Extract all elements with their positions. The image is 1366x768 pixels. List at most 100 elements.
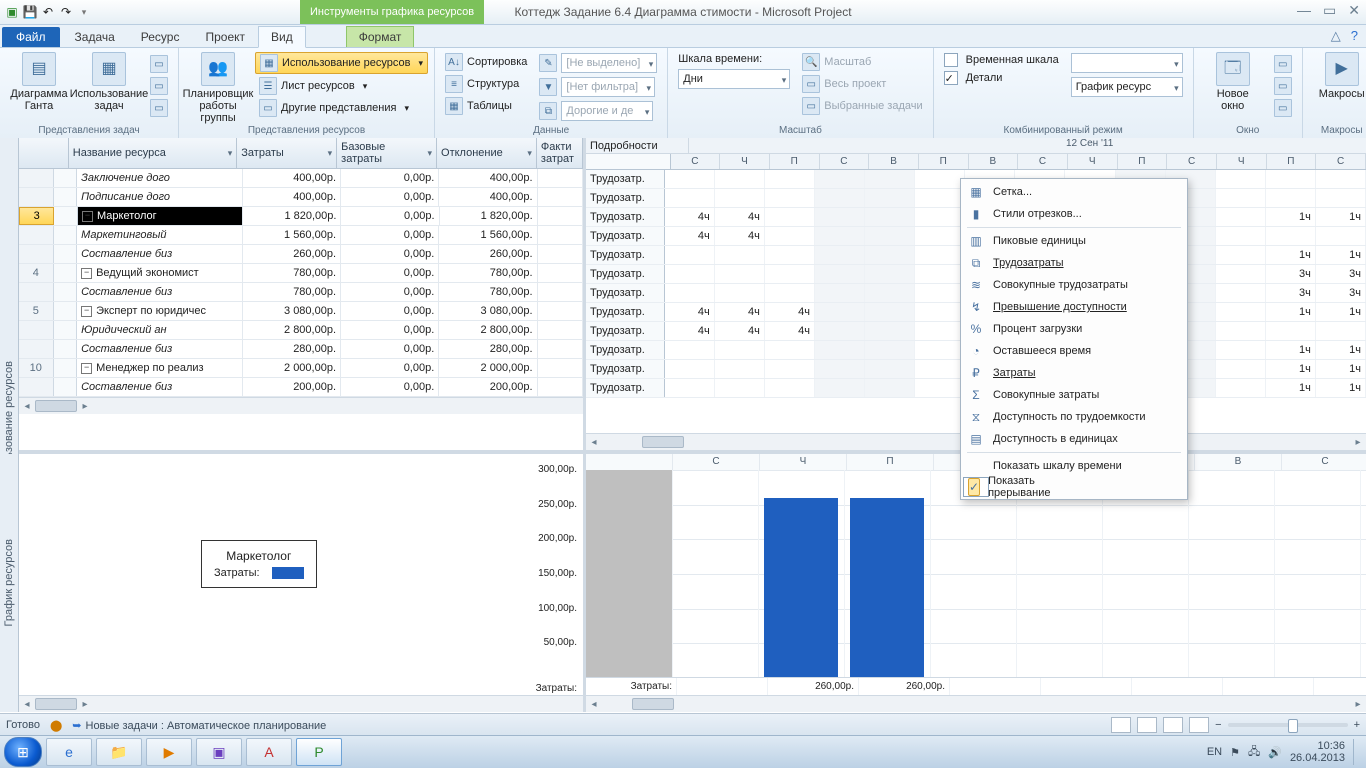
col-base[interactable]: Базовые затраты▾ bbox=[337, 138, 437, 168]
team-planner-button[interactable]: 👥Планировщик работы группы bbox=[185, 50, 251, 124]
view-shortcut-4[interactable] bbox=[1189, 717, 1209, 733]
other-views-button[interactable]: ▭Другие представления▾ bbox=[255, 98, 428, 118]
tab-resource[interactable]: Ресурс bbox=[128, 26, 193, 47]
taskbar-app1[interactable]: ▣ bbox=[196, 738, 242, 766]
task-usage-button[interactable]: ▦Использование задач bbox=[76, 50, 142, 124]
qat-more-icon[interactable]: ▾ bbox=[76, 4, 92, 20]
taskbar-ie[interactable]: e bbox=[46, 738, 92, 766]
sort-button[interactable]: A↓Сортировка bbox=[441, 52, 531, 72]
menu-item[interactable]: %Процент загрузки bbox=[963, 318, 1185, 340]
taskbar-media[interactable]: ▶ bbox=[146, 738, 192, 766]
grid-body[interactable]: Заключение дого400,00р.0,00р.400,00р.Под… bbox=[19, 169, 583, 397]
menu-item[interactable]: ⧖Доступность по трудоемкости bbox=[963, 406, 1185, 428]
win3-button[interactable]: ▭ bbox=[1270, 98, 1296, 118]
tv3-button[interactable]: ▭ bbox=[146, 98, 172, 118]
group-combo[interactable]: ⧉Дорогие и де bbox=[535, 100, 661, 122]
save-icon[interactable]: 💾 bbox=[22, 4, 38, 20]
ribbon-minimize-icon[interactable]: △ bbox=[1331, 28, 1341, 44]
table-row[interactable]: 4−Ведущий экономист780,00р.0,00р.780,00р… bbox=[19, 264, 583, 283]
gantt-button[interactable]: ▤Диаграмма Ганта bbox=[6, 50, 72, 124]
zoom-button[interactable]: 🔍Масштаб bbox=[798, 52, 926, 72]
grid-hscroll[interactable]: ◂▸ bbox=[19, 397, 583, 414]
tray-clock[interactable]: 10:3626.04.2013 bbox=[1290, 740, 1345, 764]
tab-format[interactable]: Формат bbox=[346, 26, 415, 47]
table-row[interactable]: Составление биз280,00р.0,00р.280,00р. bbox=[19, 340, 583, 359]
outline-button[interactable]: ≡Структура bbox=[441, 74, 531, 94]
selected-tasks-button[interactable]: ▭Выбранные задачи bbox=[798, 96, 926, 116]
timescale-combo[interactable]: Дни bbox=[674, 68, 794, 90]
tab-file[interactable]: Файл bbox=[2, 27, 60, 47]
col-dev[interactable]: Отклонение▾ bbox=[437, 138, 537, 168]
win2-button[interactable]: ▭ bbox=[1270, 76, 1296, 96]
menu-item[interactable]: ✓Показать прерывание bbox=[963, 477, 989, 497]
menu-item[interactable]: ↯Превышение доступности bbox=[963, 296, 1185, 318]
menu-item[interactable]: ΣСовокупные затраты bbox=[963, 384, 1185, 406]
taskbar-project[interactable]: P bbox=[296, 738, 342, 766]
table-row[interactable]: Подписание дого400,00р.0,00р.400,00р. bbox=[19, 188, 583, 207]
details-check[interactable]: ✓Детали bbox=[940, 70, 1063, 86]
maximize-icon[interactable]: ▭ bbox=[1323, 2, 1336, 19]
resource-sheet-button[interactable]: ☰Лист ресурсов▾ bbox=[255, 76, 428, 96]
undo-icon[interactable]: ↶ bbox=[40, 4, 56, 20]
zoom-out-icon[interactable]: − bbox=[1215, 719, 1221, 731]
col-fact[interactable]: Факти затрат bbox=[537, 138, 583, 168]
tab-task[interactable]: Задача bbox=[62, 26, 128, 47]
show-desktop[interactable] bbox=[1353, 739, 1362, 765]
table-row[interactable]: Заключение дого400,00р.0,00р.400,00р. bbox=[19, 169, 583, 188]
zoom-slider[interactable] bbox=[1228, 723, 1348, 727]
table-row[interactable]: Маркетинговый1 560,00р.0,00р.1 560,00р. bbox=[19, 226, 583, 245]
filter-combo[interactable]: ▼[Нет фильтра] bbox=[535, 76, 661, 98]
macros-button[interactable]: ▶Макросы bbox=[1309, 50, 1366, 124]
menu-item[interactable]: ▤Доступность в единицах bbox=[963, 428, 1185, 450]
tab-view[interactable]: Вид bbox=[258, 26, 306, 48]
menu-item[interactable]: ▮Стили отрезков... bbox=[963, 203, 1185, 225]
new-window-button[interactable]: 🗔Новое окно bbox=[1200, 50, 1266, 124]
menu-item[interactable]: ≋Совокупные трудозатраты bbox=[963, 274, 1185, 296]
minimize-icon[interactable]: — bbox=[1297, 2, 1311, 19]
tray-lang[interactable]: EN bbox=[1207, 746, 1222, 758]
close-icon[interactable]: ✕ bbox=[1348, 2, 1360, 19]
col-cost[interactable]: Затраты▾ bbox=[237, 138, 337, 168]
highlight-combo[interactable]: ✎[Не выделено] bbox=[535, 52, 661, 74]
details-header[interactable]: Подробности bbox=[586, 138, 689, 153]
taskbar-acrobat[interactable]: A bbox=[246, 738, 292, 766]
timeline-check[interactable]: Временная шкала bbox=[940, 52, 1063, 68]
tray-net-icon[interactable]: 🖧 bbox=[1248, 743, 1260, 762]
menu-item[interactable]: ⧉Трудозатраты bbox=[963, 252, 1185, 274]
table-row[interactable]: Составление биз200,00р.0,00р.200,00р. bbox=[19, 378, 583, 397]
chart-hscroll[interactable]: ◂▸ bbox=[586, 695, 1366, 712]
col-name[interactable]: Название ресурса▾ bbox=[69, 138, 237, 168]
vertical-tab-bottom[interactable]: График ресурсов bbox=[0, 454, 19, 712]
tv1-button[interactable]: ▭ bbox=[146, 54, 172, 74]
start-button[interactable]: ⊞ bbox=[4, 737, 42, 767]
view-shortcut-1[interactable] bbox=[1111, 717, 1131, 733]
table-row[interactable]: Юридический ан2 800,00р.0,00р.2 800,00р. bbox=[19, 321, 583, 340]
menu-item[interactable]: ▥Пиковые единицы bbox=[963, 230, 1185, 252]
table-row[interactable]: 5−Эксперт по юридичес3 080,00р.0,00р.3 0… bbox=[19, 302, 583, 321]
tv2-button[interactable]: ▭ bbox=[146, 76, 172, 96]
context-menu[interactable]: ▦Сетка...▮Стили отрезков... ▥Пиковые един… bbox=[960, 178, 1188, 500]
table-row[interactable]: Составление биз260,00р.0,00р.260,00р. bbox=[19, 245, 583, 264]
resource-usage-button[interactable]: ▦Использование ресурсов▾ bbox=[255, 52, 428, 74]
menu-item[interactable]: Показать шкалу времени bbox=[963, 455, 1185, 477]
details-combo[interactable]: График ресурс bbox=[1067, 76, 1187, 98]
menu-item[interactable]: ₽Затраты bbox=[963, 362, 1185, 384]
view-shortcut-3[interactable] bbox=[1163, 717, 1183, 733]
tray-flag-icon[interactable]: ⚑ bbox=[1230, 746, 1240, 759]
table-row[interactable]: 3−Маркетолог1 820,00р.0,00р.1 820,00р. bbox=[19, 207, 583, 226]
col-id[interactable] bbox=[19, 138, 69, 168]
entire-project-button[interactable]: ▭Весь проект bbox=[798, 74, 926, 94]
zoom-in-icon[interactable]: + bbox=[1354, 719, 1360, 731]
view-shortcut-2[interactable] bbox=[1137, 717, 1157, 733]
win1-button[interactable]: ▭ bbox=[1270, 54, 1296, 74]
legend-hscroll[interactable]: ◂▸ bbox=[19, 695, 583, 712]
redo-icon[interactable]: ↷ bbox=[58, 4, 74, 20]
tray-vol-icon[interactable]: 🔊 bbox=[1268, 746, 1282, 759]
menu-item[interactable]: ▦Сетка... bbox=[963, 181, 1185, 203]
tab-project[interactable]: Проект bbox=[192, 26, 258, 47]
table-row[interactable]: 10−Менеджер по реализ2 000,00р.0,00р.2 0… bbox=[19, 359, 583, 378]
menu-item[interactable]: ◔Оставшееся время bbox=[963, 340, 1185, 362]
table-row[interactable]: Составление биз780,00р.0,00р.780,00р. bbox=[19, 283, 583, 302]
tables-button[interactable]: ▦Таблицы bbox=[441, 96, 531, 116]
taskbar-explorer[interactable]: 📁 bbox=[96, 738, 142, 766]
